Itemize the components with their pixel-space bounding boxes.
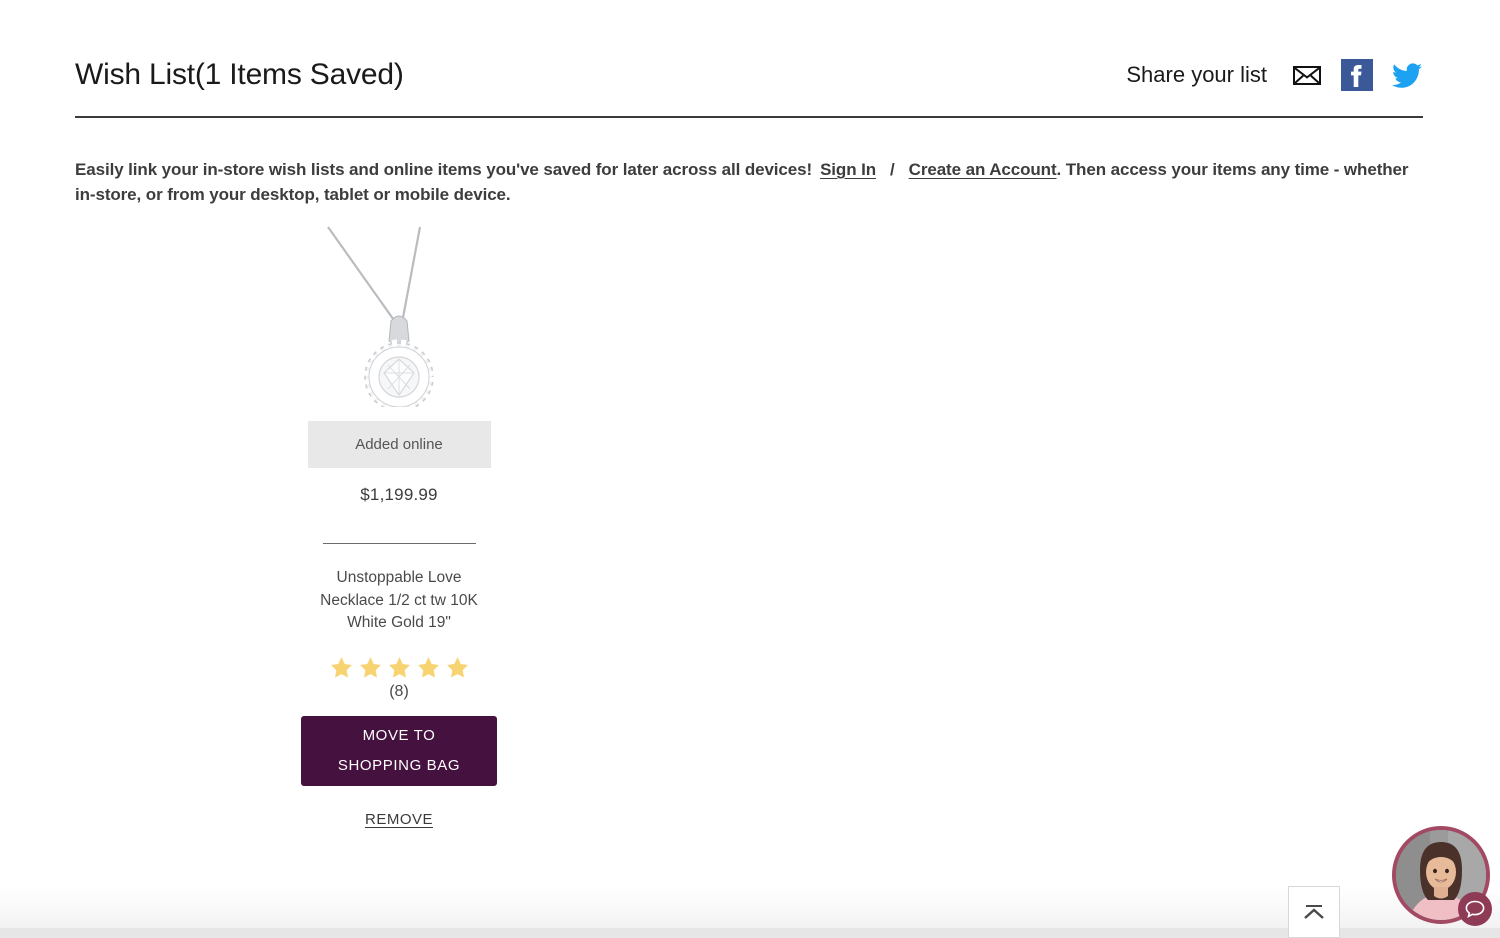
chat-agent-button[interactable] xyxy=(1392,826,1492,926)
wish-list-intro-text: Easily link your in-store wish lists and… xyxy=(75,157,1423,207)
intro-separator: / xyxy=(890,160,895,179)
star-icon xyxy=(446,656,468,677)
facebook-icon[interactable] xyxy=(1341,59,1373,91)
page-header: Wish List(1 Items Saved) Share your list xyxy=(75,44,1423,106)
star-icon xyxy=(330,656,352,677)
move-button-line2: SHOPPING BAG xyxy=(337,756,461,774)
remove-item-link[interactable]: REMOVE xyxy=(365,811,433,828)
header-divider xyxy=(75,116,1423,118)
intro-text-before: Easily link your in-store wish lists and… xyxy=(75,160,813,179)
star-icon xyxy=(359,656,381,677)
create-account-link[interactable]: Create an Account xyxy=(909,160,1057,179)
email-icon[interactable] xyxy=(1291,59,1323,91)
chevron-up-icon xyxy=(1304,905,1324,919)
move-button-line1: MOVE TO xyxy=(362,726,436,744)
wish-list-page: Wish List(1 Items Saved) Share your list xyxy=(0,0,1500,938)
product-divider xyxy=(322,543,476,544)
added-online-badge: Added online xyxy=(307,421,491,468)
twitter-icon[interactable] xyxy=(1391,59,1423,91)
sign-in-link[interactable]: Sign In xyxy=(820,160,876,179)
product-name[interactable]: Unstoppable Love Necklace 1/2 ct tw 10K … xyxy=(311,567,487,635)
move-to-shopping-bag-button[interactable]: MOVE TO SHOPPING BAG xyxy=(301,715,497,786)
page-title: Wish List(1 Items Saved) xyxy=(75,58,404,91)
rating-stars[interactable] xyxy=(329,655,470,680)
product-image[interactable] xyxy=(304,225,494,407)
back-to-top-button[interactable] xyxy=(1288,886,1340,938)
share-your-list-group: Share your list xyxy=(1126,59,1423,91)
chat-bubble-icon[interactable] xyxy=(1458,892,1492,926)
wish-list-item: Added online $1,199.99 Unstoppable Love … xyxy=(299,225,499,828)
star-icon xyxy=(388,656,410,677)
share-label: Share your list xyxy=(1126,62,1267,87)
footer-gradient-strip xyxy=(0,886,1500,938)
review-count[interactable]: (8) xyxy=(389,683,409,701)
product-price: $1,199.99 xyxy=(360,485,438,504)
star-icon xyxy=(417,656,439,677)
